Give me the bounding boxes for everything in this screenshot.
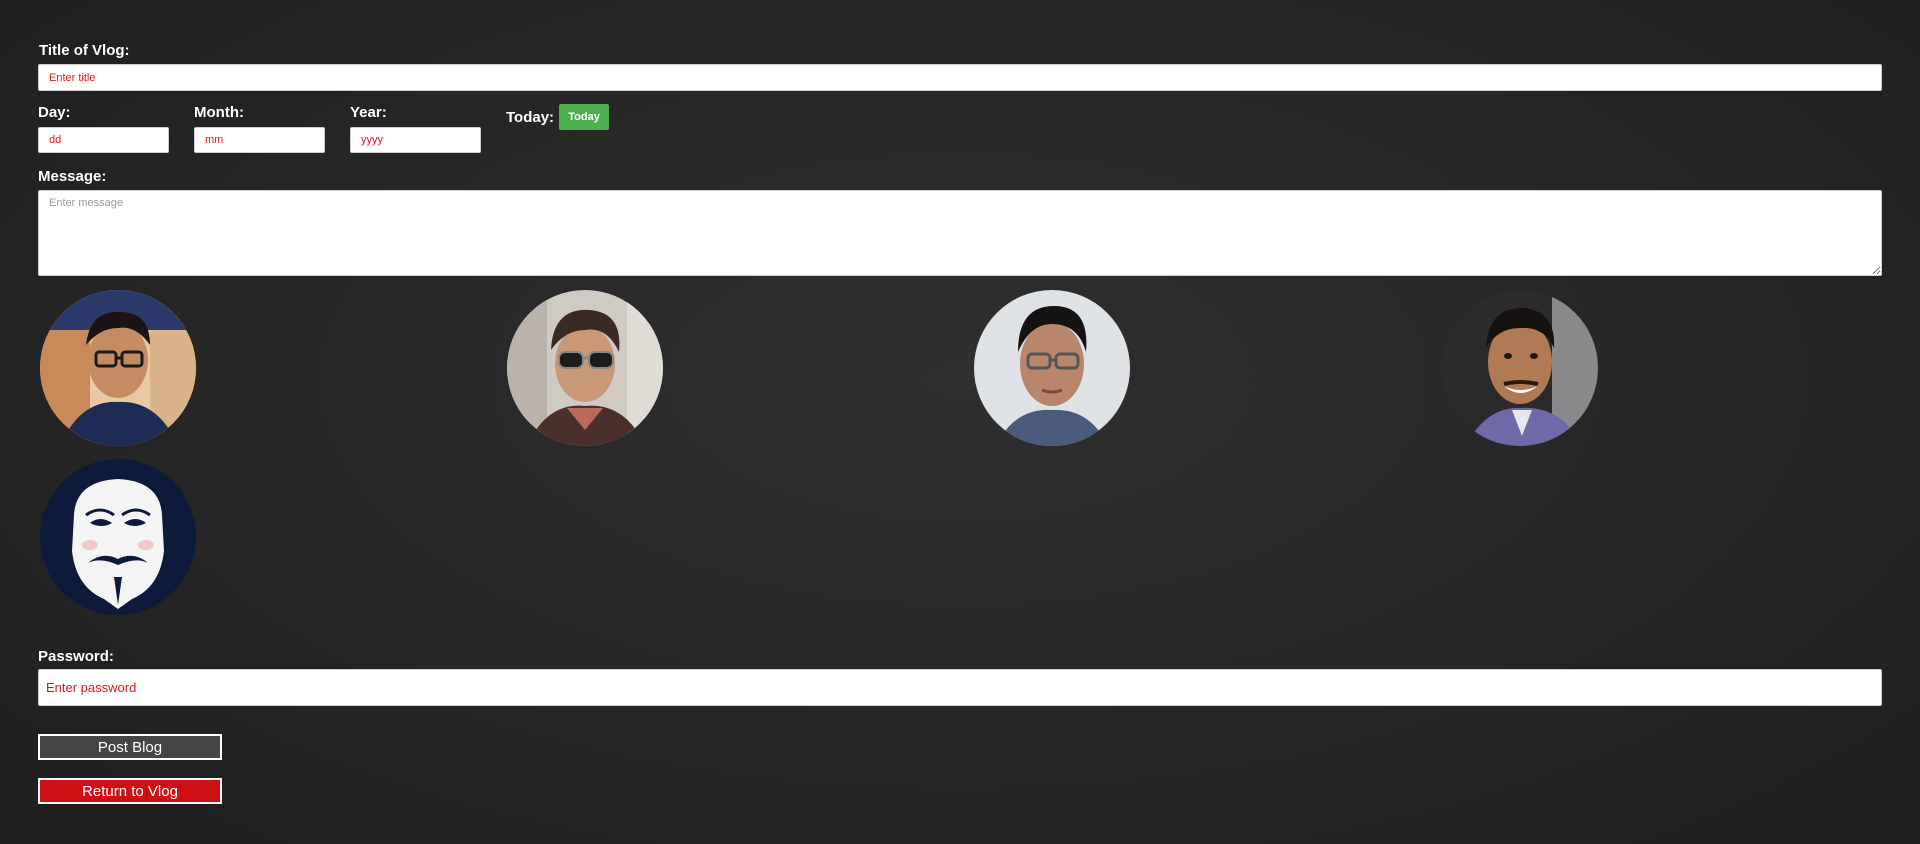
title-label: Title of Vlog: (39, 42, 130, 59)
month-label: Month: (194, 104, 244, 121)
today-button[interactable]: Today (559, 104, 610, 130)
day-label: Day: (38, 104, 71, 121)
year-input[interactable] (350, 127, 481, 153)
person-photo-glasses-icon (974, 290, 1130, 446)
return-to-vlog-button[interactable]: Return to Vlog (38, 778, 222, 804)
message-label: Message: (38, 168, 107, 185)
avatar-2[interactable] (507, 290, 663, 446)
avatar-1[interactable] (40, 290, 196, 446)
today-field: Today: Today (506, 104, 610, 130)
title-input[interactable] (38, 64, 1882, 91)
guy-fawkes-mask-icon (40, 459, 196, 615)
avatar-3[interactable] (974, 290, 1130, 446)
post-blog-button[interactable]: Post Blog (38, 734, 222, 760)
day-field: Day: (38, 104, 169, 153)
year-label: Year: (350, 104, 387, 121)
avatar-5[interactable] (40, 459, 196, 615)
today-label: Today: (506, 108, 555, 126)
month-field: Month: (194, 104, 325, 153)
person-photo-smiling-icon (1442, 290, 1598, 446)
person-photo-glasses-icon (40, 290, 196, 446)
year-field: Year: (350, 104, 481, 153)
message-textarea[interactable] (38, 190, 1882, 276)
month-input[interactable] (194, 127, 325, 153)
password-label: Password: (38, 648, 114, 665)
person-photo-sunglasses-icon (507, 290, 663, 446)
avatar-4[interactable] (1442, 290, 1598, 446)
password-input[interactable] (38, 669, 1882, 706)
day-input[interactable] (38, 127, 169, 153)
